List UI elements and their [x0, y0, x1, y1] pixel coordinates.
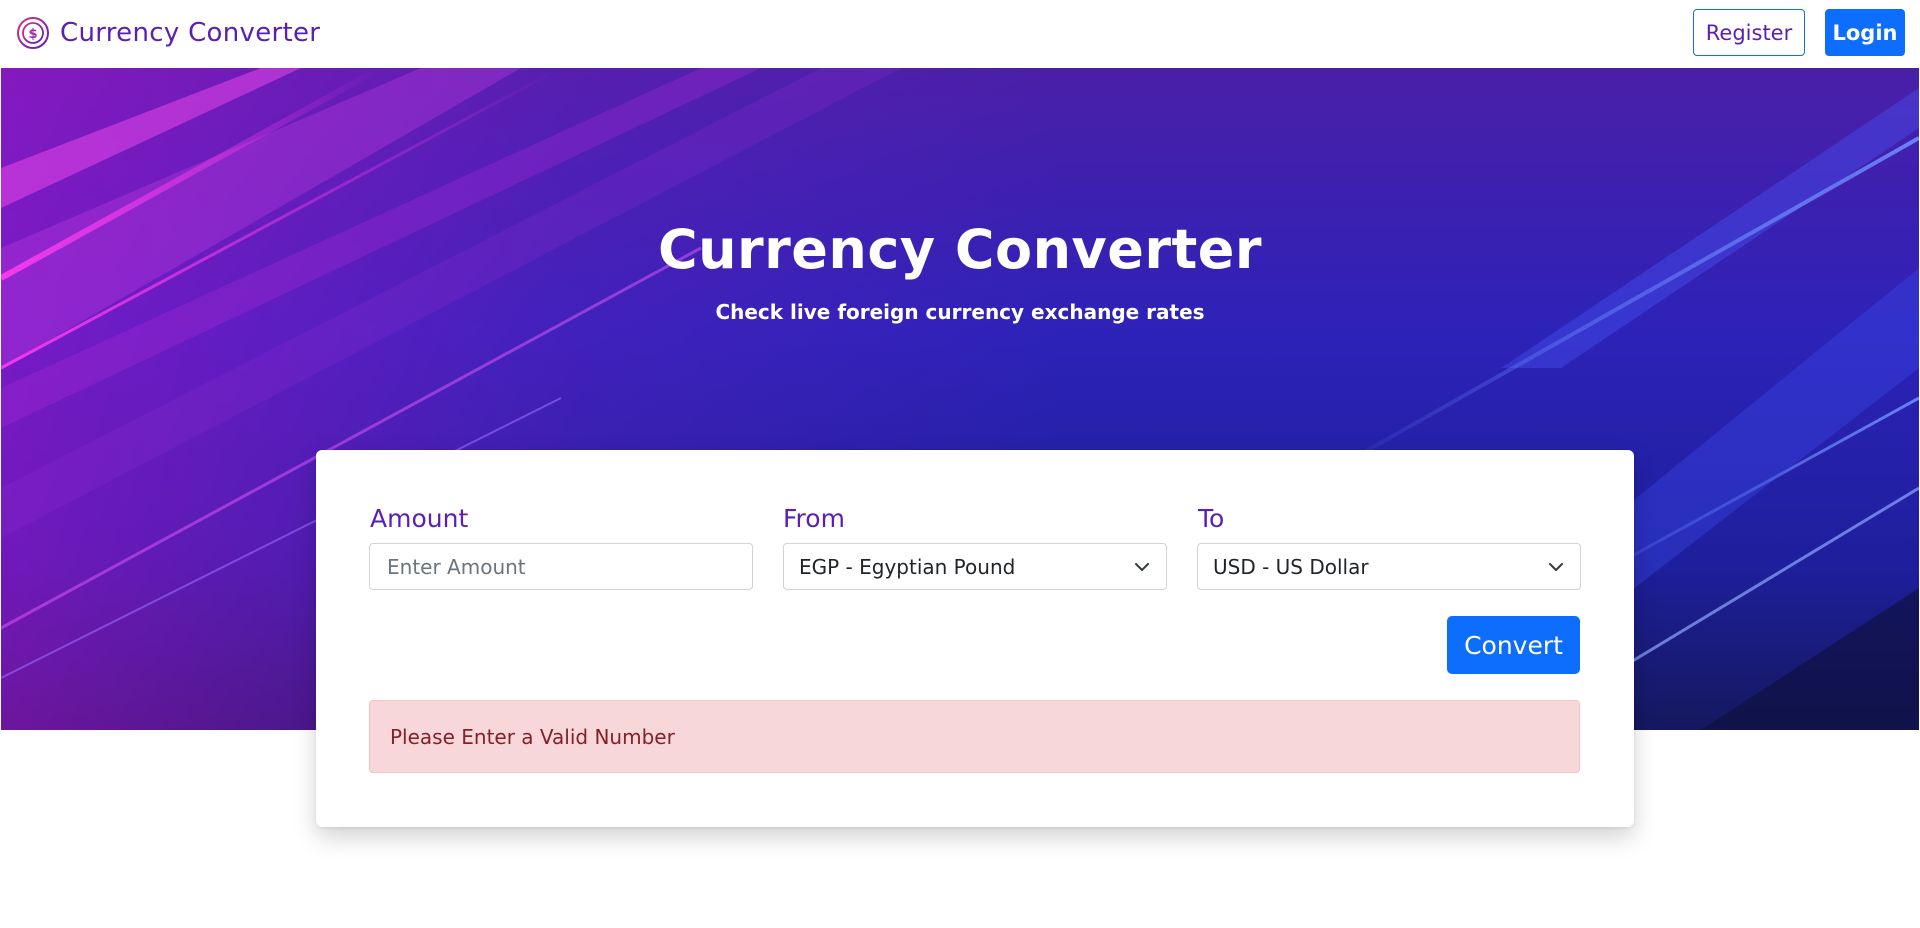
from-label: From	[783, 504, 845, 533]
svg-text:$: $	[28, 27, 37, 42]
to-label: To	[1198, 504, 1225, 533]
register-button[interactable]: Register	[1693, 9, 1805, 56]
error-alert: Please Enter a Valid Number	[369, 700, 1580, 773]
brand-link[interactable]: $ Currency Converter	[16, 14, 320, 52]
from-currency-select[interactable]: EGP - Egyptian Pound	[783, 543, 1167, 590]
hero-subtitle: Check live foreign currency exchange rat…	[715, 300, 1205, 324]
from-currency-value: EGP - Egyptian Pound	[799, 554, 1016, 579]
amount-input[interactable]	[385, 553, 752, 580]
amount-label: Amount	[370, 504, 469, 533]
navbar: $ Currency Converter Register Login	[0, 0, 1920, 68]
to-currency-value: USD - US Dollar	[1213, 554, 1369, 579]
login-button[interactable]: Login	[1825, 9, 1905, 56]
convert-button[interactable]: Convert	[1447, 616, 1580, 674]
to-currency-select[interactable]: USD - US Dollar	[1197, 543, 1581, 590]
converter-card: Amount From EGP - Egyptian Pound To USD …	[316, 450, 1634, 827]
amount-field[interactable]	[369, 543, 753, 590]
hero-title: Currency Converter	[657, 218, 1263, 281]
chevron-down-icon	[1135, 563, 1149, 571]
chevron-down-icon	[1549, 563, 1563, 571]
dollar-coin-icon: $	[17, 17, 49, 49]
brand-text: Currency Converter	[60, 18, 321, 48]
error-alert-message: Please Enter a Valid Number	[390, 724, 675, 749]
